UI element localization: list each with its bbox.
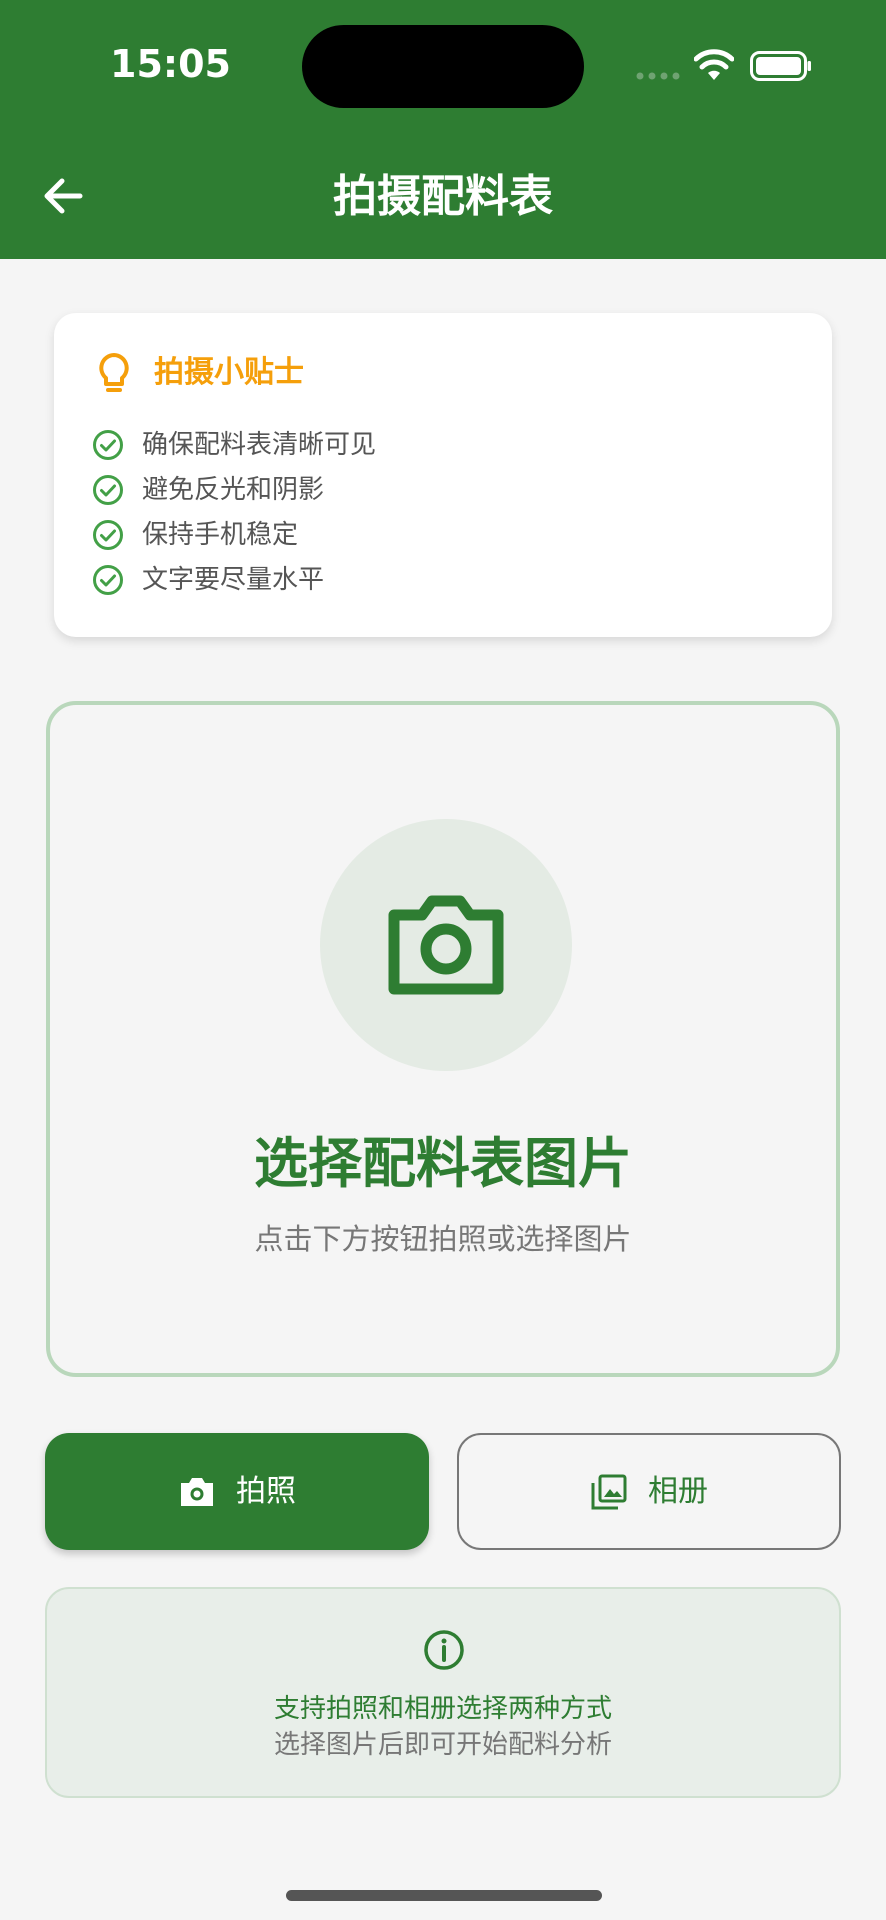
camera-icon bbox=[388, 895, 504, 995]
check-circle-icon bbox=[93, 475, 123, 505]
image-upload-area[interactable]: 选择配料表图片 点击下方按钮拍照或选择图片 bbox=[46, 701, 840, 1377]
page-title: 拍摄配料表 bbox=[333, 171, 553, 222]
info-icon bbox=[424, 1630, 464, 1670]
take-photo-button[interactable]: 拍照 bbox=[45, 1433, 429, 1550]
camera-placeholder bbox=[320, 819, 572, 1071]
cellular-signal-icon bbox=[636, 72, 680, 80]
take-photo-label: 拍照 bbox=[236, 1473, 296, 1509]
wifi-icon bbox=[694, 49, 734, 80]
battery-icon bbox=[750, 51, 811, 81]
lightbulb-icon bbox=[99, 353, 129, 392]
check-circle-icon bbox=[93, 565, 123, 595]
photo-library-icon bbox=[591, 1474, 627, 1509]
info-text-secondary: 选择图片后即可开始配料分析 bbox=[273, 1730, 612, 1760]
tip-text: 避免反光和阴影 bbox=[142, 475, 325, 505]
tips-title: 拍摄小贴士 bbox=[154, 355, 304, 390]
dynamic-island bbox=[302, 25, 584, 108]
album-button[interactable]: 相册 bbox=[457, 1433, 841, 1550]
check-circle-icon bbox=[93, 520, 123, 550]
tip-text: 确保配料表清晰可见 bbox=[142, 430, 377, 460]
camera-icon bbox=[181, 1477, 213, 1506]
tip-text: 文字要尽量水平 bbox=[142, 565, 325, 595]
info-text-primary: 支持拍照和相册选择两种方式 bbox=[273, 1694, 612, 1724]
album-label: 相册 bbox=[648, 1473, 708, 1509]
tips-card: 拍摄小贴士 确保配料表清晰可见 避免反光和阴影 保持手机稳定 文字要尽量水平 bbox=[54, 313, 832, 637]
check-circle-icon bbox=[93, 430, 123, 460]
home-indicator[interactable] bbox=[286, 1890, 602, 1901]
upload-subtitle: 点击下方按钮拍照或选择图片 bbox=[254, 1222, 632, 1256]
upload-title: 选择配料表图片 bbox=[254, 1132, 632, 1195]
tip-text: 保持手机稳定 bbox=[142, 520, 299, 550]
status-time: 15:05 bbox=[110, 42, 231, 86]
app-header: 15:05 拍摄配料表 bbox=[0, 0, 886, 259]
info-box: 支持拍照和相册选择两种方式 选择图片后即可开始配料分析 bbox=[45, 1587, 841, 1798]
